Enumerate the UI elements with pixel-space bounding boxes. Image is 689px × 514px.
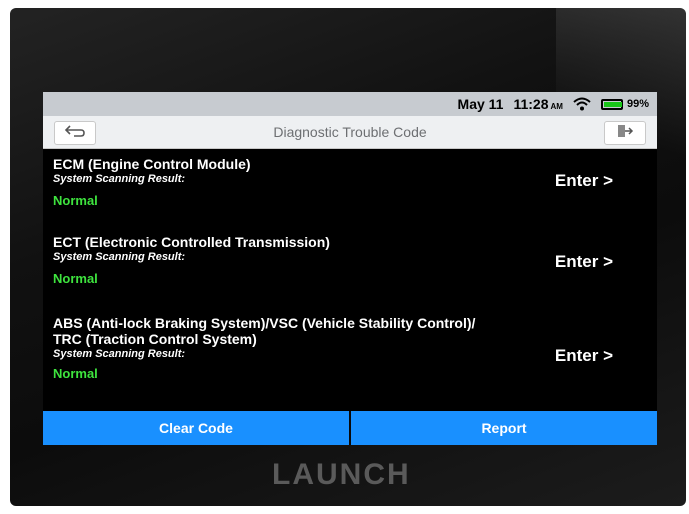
wifi-icon (573, 97, 591, 111)
system-name: ECT (Electronic Controlled Transmission) (53, 234, 330, 250)
system-row-ecm[interactable]: ECM (Engine Control Module) System Scann… (43, 149, 657, 227)
status-date: May 11 (457, 96, 504, 112)
back-button[interactable] (54, 121, 96, 145)
scan-status: Normal (53, 271, 98, 286)
battery-indicator: 99% (600, 98, 649, 110)
battery-icon (600, 98, 623, 110)
scan-status: Normal (53, 366, 98, 381)
status-time: 11:28 AM (513, 96, 563, 112)
report-button[interactable]: Report (351, 411, 657, 445)
status-bar: May 11 11:28 AM 99% (43, 92, 657, 116)
brand-logo: LAUNCH (272, 458, 411, 491)
clear-code-button[interactable]: Clear Code (43, 411, 349, 445)
device-screen: May 11 11:28 AM 99% Diagnostic Trouble C… (43, 92, 657, 445)
system-name: ECM (Engine Control Module) (53, 156, 251, 172)
status-ampm: AM (550, 102, 563, 111)
back-arrow-icon (64, 124, 86, 143)
scan-tool-device: May 11 11:28 AM 99% Diagnostic Trouble C… (10, 8, 686, 506)
page-title: Diagnostic Trouble Code (273, 124, 427, 140)
title-bar: Diagnostic Trouble Code (43, 116, 657, 149)
exit-button[interactable] (604, 121, 646, 145)
system-list: ECM (Engine Control Module) System Scann… (43, 149, 657, 405)
exit-icon (616, 124, 634, 143)
action-bar: Clear Code Report (43, 411, 657, 445)
enter-button[interactable]: Enter > (555, 171, 613, 191)
system-name: ABS (Anti-lock Braking System)/VSC (Vehi… (53, 315, 476, 347)
system-row-ect[interactable]: ECT (Electronic Controlled Transmission)… (43, 227, 657, 308)
enter-button[interactable]: Enter > (555, 346, 613, 366)
battery-percent: 99% (626, 98, 649, 110)
system-row-abs[interactable]: ABS (Anti-lock Braking System)/VSC (Vehi… (43, 308, 657, 405)
scan-status: Normal (53, 193, 98, 208)
enter-button[interactable]: Enter > (555, 252, 613, 272)
